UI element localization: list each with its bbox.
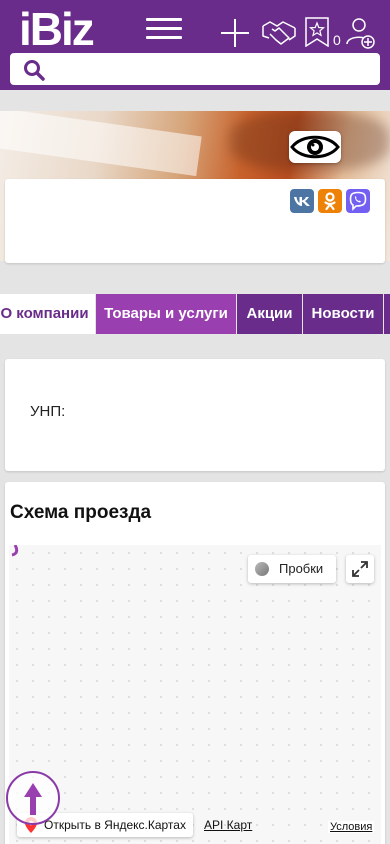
ok-share-button[interactable] [318, 189, 342, 213]
directions-card: Схема проезда Пробки Открыть в Яндекс.Ка… [5, 482, 385, 844]
api-maps-link[interactable]: API Карт [204, 818, 252, 832]
traffic-button[interactable]: Пробки [248, 555, 336, 583]
plus-icon[interactable] [219, 17, 251, 49]
app-header: iBiz 0 [0, 0, 390, 90]
tab-goods-services[interactable]: Товары и услуги [96, 294, 236, 334]
search-icon [24, 60, 45, 81]
tab-news[interactable]: Новости [303, 294, 383, 334]
tab-promotions[interactable]: Акции [237, 294, 302, 334]
map-marker-arc [11, 545, 19, 557]
company-tabs: О компании Товары и услуги Акции Новости [0, 294, 390, 334]
accessibility-eye-button[interactable] [289, 131, 341, 163]
handshake-icon[interactable] [261, 16, 297, 48]
traffic-label: Пробки [279, 561, 324, 576]
open-in-yandex-label: Открыть в Яндекс.Картах [44, 818, 186, 832]
fullscreen-button[interactable] [346, 555, 374, 583]
terms-link[interactable]: Условия [328, 821, 375, 833]
eye-icon [290, 135, 340, 159]
search-input[interactable] [10, 53, 380, 85]
traffic-light-icon [255, 562, 269, 576]
logo[interactable]: iBiz [19, 4, 95, 54]
arrow-up-icon [24, 783, 42, 815]
vk-share-button[interactable] [290, 189, 314, 213]
yandex-map[interactable]: Пробки Открыть в Яндекс.Картах API Карт … [9, 545, 381, 844]
vk-icon [294, 197, 310, 206]
tab-more[interactable] [384, 294, 390, 334]
viber-share-button[interactable] [346, 189, 370, 213]
unp-label: УНП: [30, 403, 66, 420]
hamburger-icon [146, 18, 182, 21]
favorites-count: 0 [333, 32, 341, 48]
expand-icon [352, 561, 368, 577]
ok-icon [324, 192, 336, 211]
map-title: Схема проезда [10, 502, 152, 523]
star-bookmark-icon[interactable] [305, 17, 329, 47]
viber-icon [349, 191, 367, 211]
company-info-card: УНП: [5, 359, 385, 471]
scroll-top-button[interactable] [6, 771, 60, 825]
user-add-icon[interactable] [346, 17, 376, 49]
menu-button[interactable] [146, 18, 182, 42]
tab-about-company[interactable]: О компании [0, 294, 95, 334]
